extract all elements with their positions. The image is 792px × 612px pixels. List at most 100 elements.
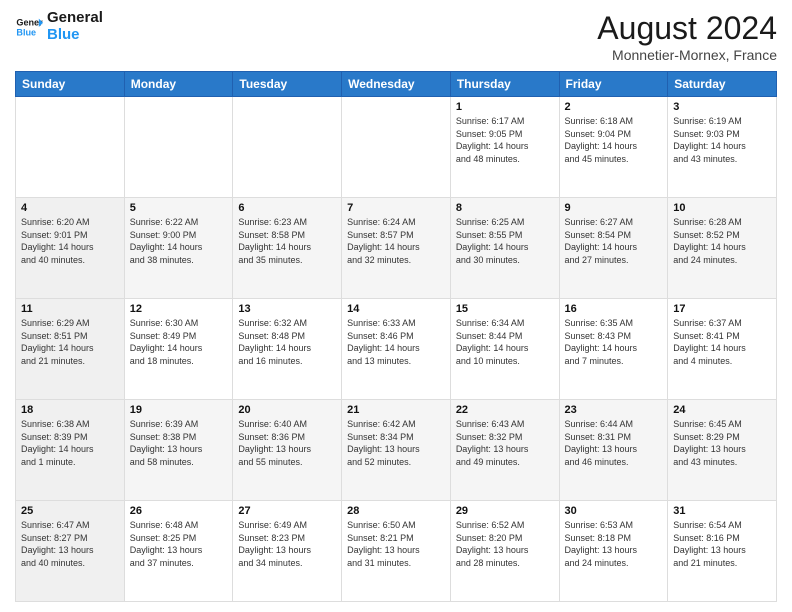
table-row: 6 Sunrise: 6:23 AM Sunset: 8:58 PM Daylig… <box>233 198 342 299</box>
day-info: Sunrise: 6:53 AM Sunset: 8:18 PM Dayligh… <box>565 519 663 569</box>
day-number: 28 <box>347 505 445 517</box>
day-info: Sunrise: 6:44 AM Sunset: 8:31 PM Dayligh… <box>565 418 663 468</box>
day-number: 16 <box>565 303 663 315</box>
day-number: 12 <box>130 303 228 315</box>
table-row: 23Sunrise: 6:44 AM Sunset: 8:31 PM Dayli… <box>559 400 668 501</box>
day-number: 9 <box>565 202 663 214</box>
day-number: 27 <box>238 505 336 517</box>
table-row: 24Sunrise: 6:45 AM Sunset: 8:29 PM Dayli… <box>668 400 777 501</box>
day-number: 2 <box>565 101 663 113</box>
table-row: 8 Sunrise: 6:25 AM Sunset: 8:55 PM Daylig… <box>450 198 559 299</box>
table-row: 20Sunrise: 6:40 AM Sunset: 8:36 PM Dayli… <box>233 400 342 501</box>
title-block: August 2024 Monnetier-Mornex, France <box>597 10 777 63</box>
col-saturday: Saturday <box>668 72 777 97</box>
logo-general: General <box>47 10 103 27</box>
day-info: Sunrise: 6:50 AM Sunset: 8:21 PM Dayligh… <box>347 519 445 569</box>
week-row-2: 11 Sunrise: 6:29 AM Sunset: 8:51 PM Dayli… <box>16 299 777 400</box>
svg-text:Blue: Blue <box>16 27 36 37</box>
header: General Blue General Blue August 2024 Mo… <box>15 10 777 63</box>
week-row-0: 1 Sunrise: 6:17 AM Sunset: 9:05 PM Daylig… <box>16 97 777 198</box>
table-row: 10 Sunrise: 6:28 AM Sunset: 8:52 PM Dayli… <box>668 198 777 299</box>
day-number: 5 <box>130 202 228 214</box>
day-number: 26 <box>130 505 228 517</box>
week-row-1: 4Sunrise: 6:20 AM Sunset: 9:01 PM Daylig… <box>16 198 777 299</box>
day-info: Sunrise: 6:34 AM Sunset: 8:44 PM Dayligh… <box>456 317 554 367</box>
col-wednesday: Wednesday <box>342 72 451 97</box>
table-row: 31Sunrise: 6:54 AM Sunset: 8:16 PM Dayli… <box>668 501 777 602</box>
table-row: 27 Sunrise: 6:49 AM Sunset: 8:23 PM Dayli… <box>233 501 342 602</box>
day-number: 20 <box>238 404 336 416</box>
day-number: 1 <box>456 101 554 113</box>
table-row <box>233 97 342 198</box>
day-info: Sunrise: 6:29 AM Sunset: 8:51 PM Dayligh… <box>21 317 119 367</box>
day-info: Sunrise: 6:28 AM Sunset: 8:52 PM Dayligh… <box>673 216 771 266</box>
table-row: 17Sunrise: 6:37 AM Sunset: 8:41 PM Dayli… <box>668 299 777 400</box>
table-row: 9 Sunrise: 6:27 AM Sunset: 8:54 PM Daylig… <box>559 198 668 299</box>
day-number: 30 <box>565 505 663 517</box>
day-number: 15 <box>456 303 554 315</box>
table-row: 14Sunrise: 6:33 AM Sunset: 8:46 PM Dayli… <box>342 299 451 400</box>
col-thursday: Thursday <box>450 72 559 97</box>
logo: General Blue General Blue <box>15 10 103 43</box>
day-number: 25 <box>21 505 119 517</box>
day-info: Sunrise: 6:39 AM Sunset: 8:38 PM Dayligh… <box>130 418 228 468</box>
day-info: Sunrise: 6:43 AM Sunset: 8:32 PM Dayligh… <box>456 418 554 468</box>
day-number: 11 <box>21 303 119 315</box>
table-row: 22 Sunrise: 6:43 AM Sunset: 8:32 PM Dayli… <box>450 400 559 501</box>
day-info: Sunrise: 6:33 AM Sunset: 8:46 PM Dayligh… <box>347 317 445 367</box>
calendar: Sunday Monday Tuesday Wednesday Thursday… <box>15 71 777 602</box>
week-row-3: 18Sunrise: 6:38 AM Sunset: 8:39 PM Dayli… <box>16 400 777 501</box>
day-number: 13 <box>238 303 336 315</box>
week-row-4: 25 Sunrise: 6:47 AM Sunset: 8:27 PM Dayli… <box>16 501 777 602</box>
table-row: 5 Sunrise: 6:22 AM Sunset: 9:00 PM Daylig… <box>124 198 233 299</box>
day-info: Sunrise: 6:35 AM Sunset: 8:43 PM Dayligh… <box>565 317 663 367</box>
day-info: Sunrise: 6:37 AM Sunset: 8:41 PM Dayligh… <box>673 317 771 367</box>
table-row: 28 Sunrise: 6:50 AM Sunset: 8:21 PM Dayli… <box>342 501 451 602</box>
day-number: 29 <box>456 505 554 517</box>
table-row: 11 Sunrise: 6:29 AM Sunset: 8:51 PM Dayli… <box>16 299 125 400</box>
day-info: Sunrise: 6:23 AM Sunset: 8:58 PM Dayligh… <box>238 216 336 266</box>
table-row: 29 Sunrise: 6:52 AM Sunset: 8:20 PM Dayli… <box>450 501 559 602</box>
day-info: Sunrise: 6:27 AM Sunset: 8:54 PM Dayligh… <box>565 216 663 266</box>
day-info: Sunrise: 6:42 AM Sunset: 8:34 PM Dayligh… <box>347 418 445 468</box>
day-info: Sunrise: 6:25 AM Sunset: 8:55 PM Dayligh… <box>456 216 554 266</box>
day-number: 22 <box>456 404 554 416</box>
day-number: 10 <box>673 202 771 214</box>
day-info: Sunrise: 6:52 AM Sunset: 8:20 PM Dayligh… <box>456 519 554 569</box>
day-info: Sunrise: 6:19 AM Sunset: 9:03 PM Dayligh… <box>673 115 771 165</box>
day-number: 7 <box>347 202 445 214</box>
table-row: 25 Sunrise: 6:47 AM Sunset: 8:27 PM Dayli… <box>16 501 125 602</box>
day-info: Sunrise: 6:49 AM Sunset: 8:23 PM Dayligh… <box>238 519 336 569</box>
day-number: 19 <box>130 404 228 416</box>
day-number: 3 <box>673 101 771 113</box>
table-row <box>124 97 233 198</box>
table-row: 26Sunrise: 6:48 AM Sunset: 8:25 PM Dayli… <box>124 501 233 602</box>
logo-blue: Blue <box>47 27 103 44</box>
day-info: Sunrise: 6:22 AM Sunset: 9:00 PM Dayligh… <box>130 216 228 266</box>
day-info: Sunrise: 6:17 AM Sunset: 9:05 PM Dayligh… <box>456 115 554 165</box>
day-info: Sunrise: 6:24 AM Sunset: 8:57 PM Dayligh… <box>347 216 445 266</box>
title-location: Monnetier-Mornex, France <box>597 47 777 63</box>
day-info: Sunrise: 6:38 AM Sunset: 8:39 PM Dayligh… <box>21 418 119 468</box>
day-info: Sunrise: 6:47 AM Sunset: 8:27 PM Dayligh… <box>21 519 119 569</box>
table-row: 21Sunrise: 6:42 AM Sunset: 8:34 PM Dayli… <box>342 400 451 501</box>
page: General Blue General Blue August 2024 Mo… <box>0 0 792 612</box>
day-info: Sunrise: 6:18 AM Sunset: 9:04 PM Dayligh… <box>565 115 663 165</box>
table-row: 1 Sunrise: 6:17 AM Sunset: 9:05 PM Daylig… <box>450 97 559 198</box>
day-info: Sunrise: 6:30 AM Sunset: 8:49 PM Dayligh… <box>130 317 228 367</box>
day-info: Sunrise: 6:45 AM Sunset: 8:29 PM Dayligh… <box>673 418 771 468</box>
col-friday: Friday <box>559 72 668 97</box>
day-info: Sunrise: 6:20 AM Sunset: 9:01 PM Dayligh… <box>21 216 119 266</box>
table-row: 12 Sunrise: 6:30 AM Sunset: 8:49 PM Dayli… <box>124 299 233 400</box>
title-month: August 2024 <box>597 10 777 47</box>
table-row: 2 Sunrise: 6:18 AM Sunset: 9:04 PM Daylig… <box>559 97 668 198</box>
table-row: 7 Sunrise: 6:24 AM Sunset: 8:57 PM Daylig… <box>342 198 451 299</box>
day-info: Sunrise: 6:32 AM Sunset: 8:48 PM Dayligh… <box>238 317 336 367</box>
table-row <box>16 97 125 198</box>
table-row: 13 Sunrise: 6:32 AM Sunset: 8:48 PM Dayli… <box>233 299 342 400</box>
table-row: 18Sunrise: 6:38 AM Sunset: 8:39 PM Dayli… <box>16 400 125 501</box>
col-sunday: Sunday <box>16 72 125 97</box>
day-number: 6 <box>238 202 336 214</box>
day-number: 8 <box>456 202 554 214</box>
col-tuesday: Tuesday <box>233 72 342 97</box>
